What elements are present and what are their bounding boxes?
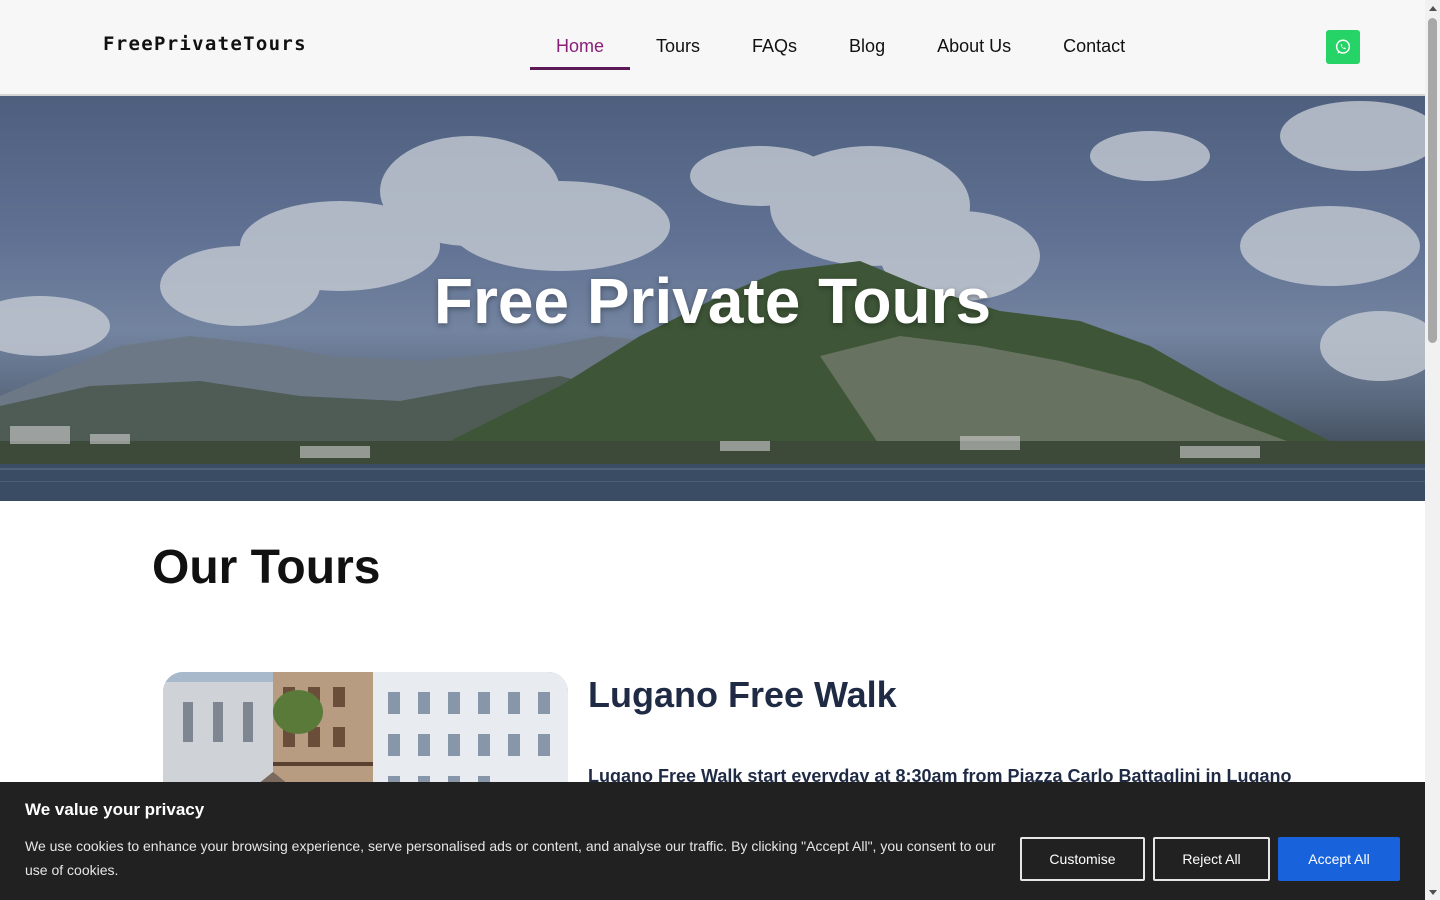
page-scrollbar[interactable] — [1425, 0, 1440, 900]
nav-about-us[interactable]: About Us — [911, 22, 1037, 70]
scroll-up-icon[interactable] — [1425, 0, 1440, 15]
hero-title: Free Private Tours — [433, 265, 992, 337]
main-nav: Home Tours FAQs Blog About Us Contact — [530, 22, 1151, 70]
nav-home[interactable]: Home — [530, 22, 631, 70]
whatsapp-icon — [1335, 39, 1351, 54]
site-logo[interactable]: FreePrivateTours — [103, 33, 307, 55]
nav-faqs[interactable]: FAQs — [726, 22, 823, 70]
nav-contact[interactable]: Contact — [1037, 22, 1151, 70]
nav-tours[interactable]: Tours — [630, 22, 726, 70]
scroll-down-icon[interactable] — [1425, 885, 1440, 900]
hero-banner: Free Private Tours — [0, 96, 1425, 501]
cookie-banner: We value your privacy We use cookies to … — [0, 782, 1425, 900]
reject-all-button[interactable]: Reject All — [1153, 837, 1270, 881]
cookie-title: We value your privacy — [25, 800, 205, 819]
customise-button[interactable]: Customise — [1020, 837, 1145, 881]
tour-title[interactable]: Lugano Free Walk — [588, 674, 897, 716]
site-header: FreePrivateTours Home Tours FAQs Blog Ab… — [0, 0, 1425, 96]
accept-all-button[interactable]: Accept All — [1278, 837, 1400, 881]
scrollbar-thumb[interactable] — [1428, 18, 1437, 343]
section-title: Our Tours — [152, 541, 381, 594]
nav-blog[interactable]: Blog — [823, 22, 911, 70]
cookie-text: We use cookies to enhance your browsing … — [25, 838, 996, 878]
whatsapp-button[interactable] — [1326, 30, 1360, 64]
